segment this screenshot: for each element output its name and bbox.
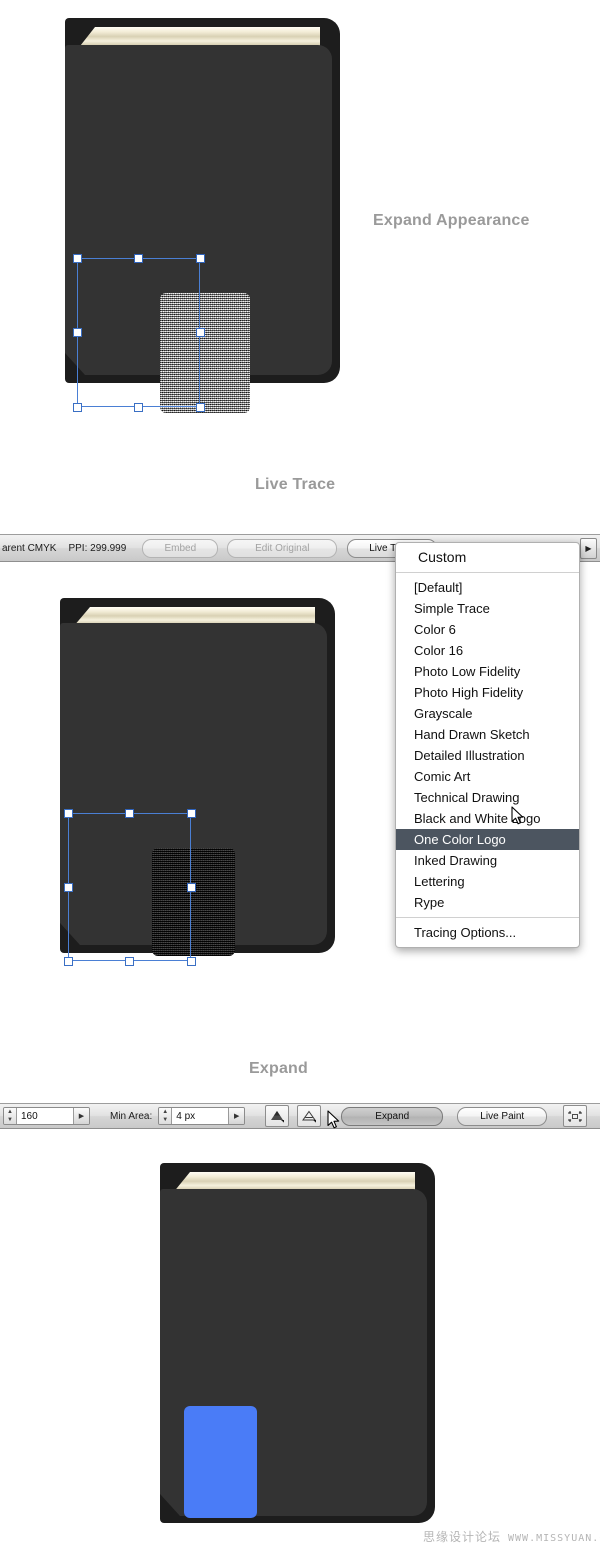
menu-item-simple-trace[interactable]: Simple Trace — [396, 598, 579, 619]
mouse-cursor-icon — [327, 1110, 340, 1129]
menu-separator-bottom — [396, 917, 579, 918]
expand-button[interactable]: Expand — [341, 1106, 444, 1126]
threshold-stepper-arrows[interactable]: ▲ ▼ — [4, 1108, 17, 1124]
menu-item-inked-drawing[interactable]: Inked Drawing — [396, 850, 579, 871]
min-area-menu-icon[interactable]: ▶ — [228, 1108, 245, 1124]
book-illustration-2 — [60, 598, 335, 966]
menu-item-color-6[interactable]: Color 6 — [396, 619, 579, 640]
toolbar-scroll-right-arrow[interactable]: ▶ — [580, 537, 597, 559]
watermark-url: WWW.MISSYUAN.COM — [508, 1533, 600, 1544]
selection-handle-bl[interactable] — [73, 403, 82, 412]
selection-handle-mr[interactable] — [196, 328, 205, 337]
min-area-value[interactable]: 4 px — [172, 1108, 229, 1124]
tracing-preset-menu[interactable]: Custom [Default] Simple Trace Color 6 Color… — [395, 542, 580, 948]
min-area-label: Min Area: — [110, 1110, 153, 1122]
stepper-down-icon[interactable]: ▼ — [159, 1116, 171, 1124]
raster-view-button[interactable] — [265, 1105, 290, 1127]
panel-options-button[interactable] — [563, 1105, 588, 1127]
live-paint-button[interactable]: Live Paint — [457, 1106, 548, 1126]
embed-button[interactable]: Embed — [142, 538, 219, 558]
selection-bounding-box[interactable] — [73, 254, 205, 412]
menu-item-rype[interactable]: Rype — [396, 892, 579, 913]
selection-handle-bc[interactable] — [125, 957, 134, 966]
selection-handle-tr[interactable] — [196, 254, 205, 263]
expanded-vector-swatch[interactable] — [184, 1406, 257, 1518]
selection-handle-tc[interactable] — [134, 254, 143, 263]
selection-handle-tr[interactable] — [187, 809, 196, 818]
caption-expand: Expand — [249, 1060, 308, 1077]
corner-brackets-icon — [568, 1110, 582, 1122]
vector-view-button[interactable] — [297, 1105, 322, 1127]
book-illustration-1 — [65, 18, 340, 413]
menu-item-lettering[interactable]: Lettering — [396, 871, 579, 892]
threshold-value[interactable]: 160 — [17, 1108, 73, 1124]
menu-item-photo-high-fidelity[interactable]: Photo High Fidelity — [396, 682, 579, 703]
selection-bounding-box[interactable] — [64, 809, 196, 966]
selection-handle-bc[interactable] — [134, 403, 143, 412]
menu-item-comic-art[interactable]: Comic Art — [396, 766, 579, 787]
menu-header-custom[interactable]: Custom — [396, 547, 579, 568]
book-illustration-3 — [160, 1163, 435, 1523]
edit-original-button[interactable]: Edit Original — [227, 538, 338, 558]
selection-handle-br[interactable] — [187, 957, 196, 966]
stepper-down-icon[interactable]: ▼ — [4, 1116, 16, 1124]
selection-handle-tc[interactable] — [125, 809, 134, 818]
selection-handle-br[interactable] — [196, 403, 205, 412]
filled-mountain-icon — [271, 1110, 285, 1123]
min-area-stepper[interactable]: ▲ ▼ 4 px ▶ — [158, 1107, 246, 1125]
selection-handle-ml[interactable] — [73, 328, 82, 337]
menu-item-one-color-logo[interactable]: One Color Logo — [396, 829, 579, 850]
min-area-stepper-arrows[interactable]: ▲ ▼ — [159, 1108, 173, 1124]
color-mode-label: arent CMYK — [2, 542, 57, 554]
watermark: 思缘设计论坛 WWW.MISSYUAN.COM — [423, 1528, 600, 1545]
outline-mountain-icon — [302, 1110, 317, 1123]
threshold-menu-icon[interactable]: ▶ — [73, 1108, 89, 1124]
stepper-up-icon[interactable]: ▲ — [4, 1108, 16, 1116]
selection-handle-bl[interactable] — [64, 957, 73, 966]
menu-item-tracing-options[interactable]: Tracing Options... — [396, 922, 579, 943]
mouse-cursor-icon — [511, 806, 524, 825]
threshold-stepper[interactable]: ▲ ▼ 160 ▶ — [3, 1107, 90, 1125]
menu-item-color-16[interactable]: Color 16 — [396, 640, 579, 661]
menu-item-photo-low-fidelity[interactable]: Photo Low Fidelity — [396, 661, 579, 682]
selection-handle-tl[interactable] — [73, 254, 82, 263]
menu-item-grayscale[interactable]: Grayscale — [396, 703, 579, 724]
menu-item-default[interactable]: [Default] — [396, 577, 579, 598]
watermark-site-name: 思缘设计论坛 — [423, 1530, 502, 1544]
menu-item-black-and-white-logo[interactable]: Black and White Logo — [396, 808, 579, 829]
stepper-up-icon[interactable]: ▲ — [159, 1108, 171, 1116]
selection-handle-ml[interactable] — [64, 883, 73, 892]
selection-handle-tl[interactable] — [64, 809, 73, 818]
menu-item-hand-drawn-sketch[interactable]: Hand Drawn Sketch — [396, 724, 579, 745]
menu-separator-top — [396, 572, 579, 573]
expand-control-bar: ▲ ▼ 160 ▶ Min Area: ▲ ▼ 4 px ▶ Expand Li… — [0, 1103, 600, 1129]
menu-item-detailed-illustration[interactable]: Detailed Illustration — [396, 745, 579, 766]
caption-live-trace: Live Trace — [255, 476, 336, 493]
selection-handle-mr[interactable] — [187, 883, 196, 892]
ppi-label: PPI: 299.999 — [68, 542, 127, 554]
menu-item-technical-drawing[interactable]: Technical Drawing — [396, 787, 579, 808]
caption-expand-appearance: Expand Appearance — [373, 212, 530, 229]
